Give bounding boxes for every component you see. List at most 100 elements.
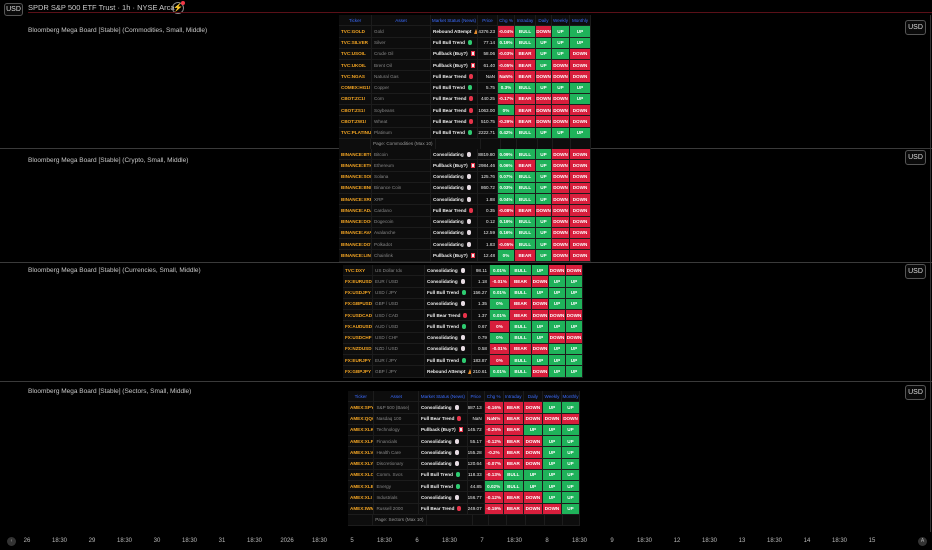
table-row[interactable]: AMEX:XLI Industrials Consolidating 156.77 -0…	[348, 492, 580, 504]
pane-divider[interactable]	[0, 381, 932, 382]
ticker-cell[interactable]: COMEX:HG1!	[339, 82, 372, 93]
table-row[interactable]: FX:USDCHF USD / CHF Consolidating 0.79 0% BUL…	[343, 332, 583, 344]
table-row[interactable]: AMEX:XLE Energy Full Bull Trend 44.85 0.02% B…	[348, 481, 580, 493]
ticker-cell[interactable]: AMEX:XLY	[348, 458, 375, 469]
ticker-cell[interactable]: FX:AUDUSD	[343, 321, 373, 332]
ticker-cell[interactable]: FX:NZDUSD	[343, 343, 373, 354]
ticker-cell[interactable]: CBOT:ZS1!	[339, 105, 372, 116]
scroll-left-icon[interactable]: ‹	[7, 537, 16, 546]
currency-button[interactable]: USD	[905, 20, 926, 35]
time-axis[interactable]: 26 18:30 29 18:30 30 18:30 31 18:30 2026 18:30 5 18…	[0, 534, 932, 550]
ticker-cell[interactable]: BINANCE:ETHUSDT	[339, 160, 372, 171]
ticker-cell[interactable]: BINANCE:XRPUSDT	[339, 194, 372, 205]
ticker-cell[interactable]: CBOT:ZC1!	[339, 93, 372, 104]
table-row[interactable]: BINANCE:LINKUSDTChainlinkPullback (Buy?)…	[339, 250, 591, 262]
table-row[interactable]: BINANCE:AVAXUSDTAvalancheConsolidating 12…	[339, 227, 591, 239]
ticker-cell[interactable]: CBOT:ZW1!	[339, 116, 372, 127]
ticker-cell[interactable]: TVC:UKOIL	[339, 60, 372, 71]
column-header: Asset	[374, 391, 419, 402]
table-row[interactable]: BINANCE:XRPUSDTXRPConsolidating 1.880.04%…	[339, 194, 591, 206]
ticker-cell[interactable]: FX:USDCHF	[343, 332, 373, 343]
intraday-cell: BEAR	[503, 503, 524, 514]
ticker-cell[interactable]: AMEX:XLI	[348, 492, 375, 503]
table-row[interactable]: TVC:DXY US Dollar Idx Consolidating 98.11 0.…	[343, 265, 583, 277]
table-row[interactable]: AMEX:XLY Discretionary Consolidating 120.64…	[348, 458, 580, 470]
daily-cell: UP	[536, 239, 552, 250]
currency-button[interactable]: USD	[905, 150, 926, 165]
table-row[interactable]: AMEX:XLK Technology Pullback (Buy?) 145.72-…	[348, 424, 580, 436]
ticker-cell[interactable]: FX:USDJPY	[343, 287, 373, 298]
table-row[interactable]: CBOT:ZC1! Corn Full Bear Trend 440.25 -0.17%…	[339, 93, 591, 105]
ticker-cell[interactable]: TVC:USOIL	[339, 48, 372, 59]
table-row[interactable]: TVC:GOLD Gold Rebound Attempt 4376.23 -0.04%…	[339, 26, 591, 38]
table-row[interactable]: TVC:SILVER Silver Full Bull Trend 77.14 0.19…	[339, 37, 591, 49]
intraday-cell: BEAR	[503, 424, 524, 435]
table-row[interactable]: FX:NZDUSD NZD / USD Consolidating 0.58 -0.01…	[343, 343, 583, 355]
table-row[interactable]: BINANCE:BTCUSDTBitcoinConsolidating 88819…	[339, 149, 591, 161]
table-row[interactable]: AMEX:SPY S&P 500 (Base) Consolidating 687.1…	[348, 402, 580, 414]
table-row[interactable]: FX:GBPUSD GBP / USD Consolidating 1.35 0% BEA…	[343, 298, 583, 310]
ticker-cell[interactable]: BINANCE:BTCUSDT	[339, 149, 372, 160]
table-row[interactable]: AMEX:IWM Russell 2000 Full Bear Trend 249.0…	[348, 503, 580, 515]
ticker-cell[interactable]: BINANCE:LINKUSDT	[339, 250, 372, 261]
table-row[interactable]: AMEX:QQQ Nasdaq 100 Full Bear Trend NaN NaN%…	[348, 413, 580, 425]
table-row[interactable]: AMEX:XLV Health Care Consolidating 155.28 -0…	[348, 447, 580, 459]
table-row[interactable]: BINANCE:DOTUSDTPolkadotConsolidating 1.83…	[339, 239, 591, 251]
table-row[interactable]: TVC:USOIL Crude Oil Pullback (Buy?) 58.06 -0…	[339, 48, 591, 60]
monthly-cell: UP	[566, 276, 583, 287]
table-row[interactable]: COMEX:HG1! Copper Full Bull Trend 5.75 0.3% B…	[339, 82, 591, 94]
ticker-cell[interactable]: AMEX:XLE	[348, 481, 375, 492]
table-row[interactable]: TVC:PLATINUM Platinum Full Bull Trend 2222.…	[339, 127, 591, 139]
ticker-cell[interactable]: FX:GBPJPY	[343, 366, 373, 377]
ticker-cell[interactable]: AMEX:QQQ	[348, 413, 375, 424]
ticker-cell[interactable]: BINANCE:BNBUSDT	[339, 182, 372, 193]
ticker-cell[interactable]: AMEX:XLK	[348, 424, 375, 435]
table-row[interactable]: BINANCE:SOLUSDTSolanaConsolidating 125.76…	[339, 171, 591, 183]
currency-button[interactable]: USD	[905, 264, 926, 279]
table-row[interactable]: BINANCE:ETHUSDTEthereumPullback (Buy?) 29…	[339, 160, 591, 172]
table-row[interactable]: FX:EURUSD EUR / USD Consolidating 1.18 -0.01…	[343, 276, 583, 288]
table-row[interactable]: CBOT:ZW1! Wheat Full Bear Trend 510.75 -0.29…	[339, 116, 591, 128]
pane-divider[interactable]	[0, 262, 932, 263]
ticker-cell[interactable]: FX:EURUSD	[343, 276, 373, 287]
ticker-cell[interactable]: BINANCE:DOTUSDT	[339, 239, 372, 250]
ticker-cell[interactable]: FX:USDCAD	[343, 310, 373, 321]
table-row[interactable]: CBOT:ZS1! Soybeans Full Bear Trend 1063.00 0…	[339, 105, 591, 117]
table-row[interactable]: TVC:NGAS Natural Gas Full Bear Trend NaN NaN…	[339, 71, 591, 83]
table-row[interactable]: FX:AUDUSD AUD / USD Full Bull Trend 0.67 0% B…	[343, 321, 583, 333]
monthly-cell: DOWN	[566, 310, 583, 321]
ticker-cell[interactable]: BINANCE:AVAXUSDT	[339, 227, 372, 238]
symbol-title[interactable]: SPDR S&P 500 ETF Trust · 1h · NYSE Arca	[28, 3, 175, 12]
currency-button[interactable]: USD	[905, 385, 926, 400]
ticker-cell[interactable]: TVC:NGAS	[339, 71, 372, 82]
table-row[interactable]: BINANCE:ADAUSDTCardanoFull Bear Trend 0.3…	[339, 205, 591, 217]
ticker-cell[interactable]: BINANCE:SOLUSDT	[339, 171, 372, 182]
table-row[interactable]: AMEX:XLF Financials Consolidating 55.17 -0.1…	[348, 436, 580, 448]
ticker-cell[interactable]: AMEX:XLV	[348, 447, 375, 458]
ticker-cell[interactable]: BINANCE:ADAUSDT	[339, 205, 372, 216]
ticker-cell[interactable]: TVC:SILVER	[339, 37, 372, 48]
column-header: Chg %	[498, 15, 515, 26]
ticker-cell[interactable]: AMEX:SPY	[348, 402, 375, 413]
table-row[interactable]: FX:USDCAD USD / CAD Full Bear Trend 1.37 0.0…	[343, 310, 583, 322]
weekly-cell: UP	[552, 48, 570, 59]
ticker-cell[interactable]: FX:EURJPY	[343, 355, 373, 366]
table-row[interactable]: BINANCE:DOGEUSDTDogecoinConsolidating 0.1…	[339, 216, 591, 228]
table-row[interactable]: FX:USDJPY USD / JPY Full Bull Trend 156.27 0…	[343, 287, 583, 299]
table-row[interactable]: TVC:UKOIL Brent Oil Pullback (Buy?) 61.40 -0…	[339, 60, 591, 72]
ticker-cell[interactable]: TVC:DXY	[343, 265, 373, 276]
ticker-cell[interactable]: TVC:GOLD	[339, 26, 372, 37]
ticker-cell[interactable]: AMEX:XLF	[348, 436, 375, 447]
ticker-cell[interactable]: BINANCE:DOGEUSDT	[339, 216, 372, 227]
currency-button[interactable]: USD	[4, 3, 23, 16]
ticker-cell[interactable]: FX:GBPUSD	[343, 298, 373, 309]
table-row[interactable]: FX:GBPJPY GBP / JPY Rebound Attempt 210.61 0…	[343, 366, 583, 378]
ticker-cell[interactable]: TVC:PLATINUM	[339, 127, 372, 138]
table-row[interactable]: AMEX:XLC Comm. Svcs Full Bull Trend 118.33-…	[348, 469, 580, 481]
daily-cell: UP	[536, 60, 552, 71]
ticker-cell[interactable]: AMEX:IWM	[348, 503, 375, 514]
ticker-cell[interactable]: AMEX:XLC	[348, 469, 375, 480]
table-row[interactable]: FX:EURJPY EUR / JPY Full Bull Trend 183.87 0…	[343, 355, 583, 367]
table-row[interactable]: BINANCE:BNBUSDTBinance CoinConsolidating…	[339, 182, 591, 194]
settings-icon[interactable]: A	[918, 537, 927, 546]
